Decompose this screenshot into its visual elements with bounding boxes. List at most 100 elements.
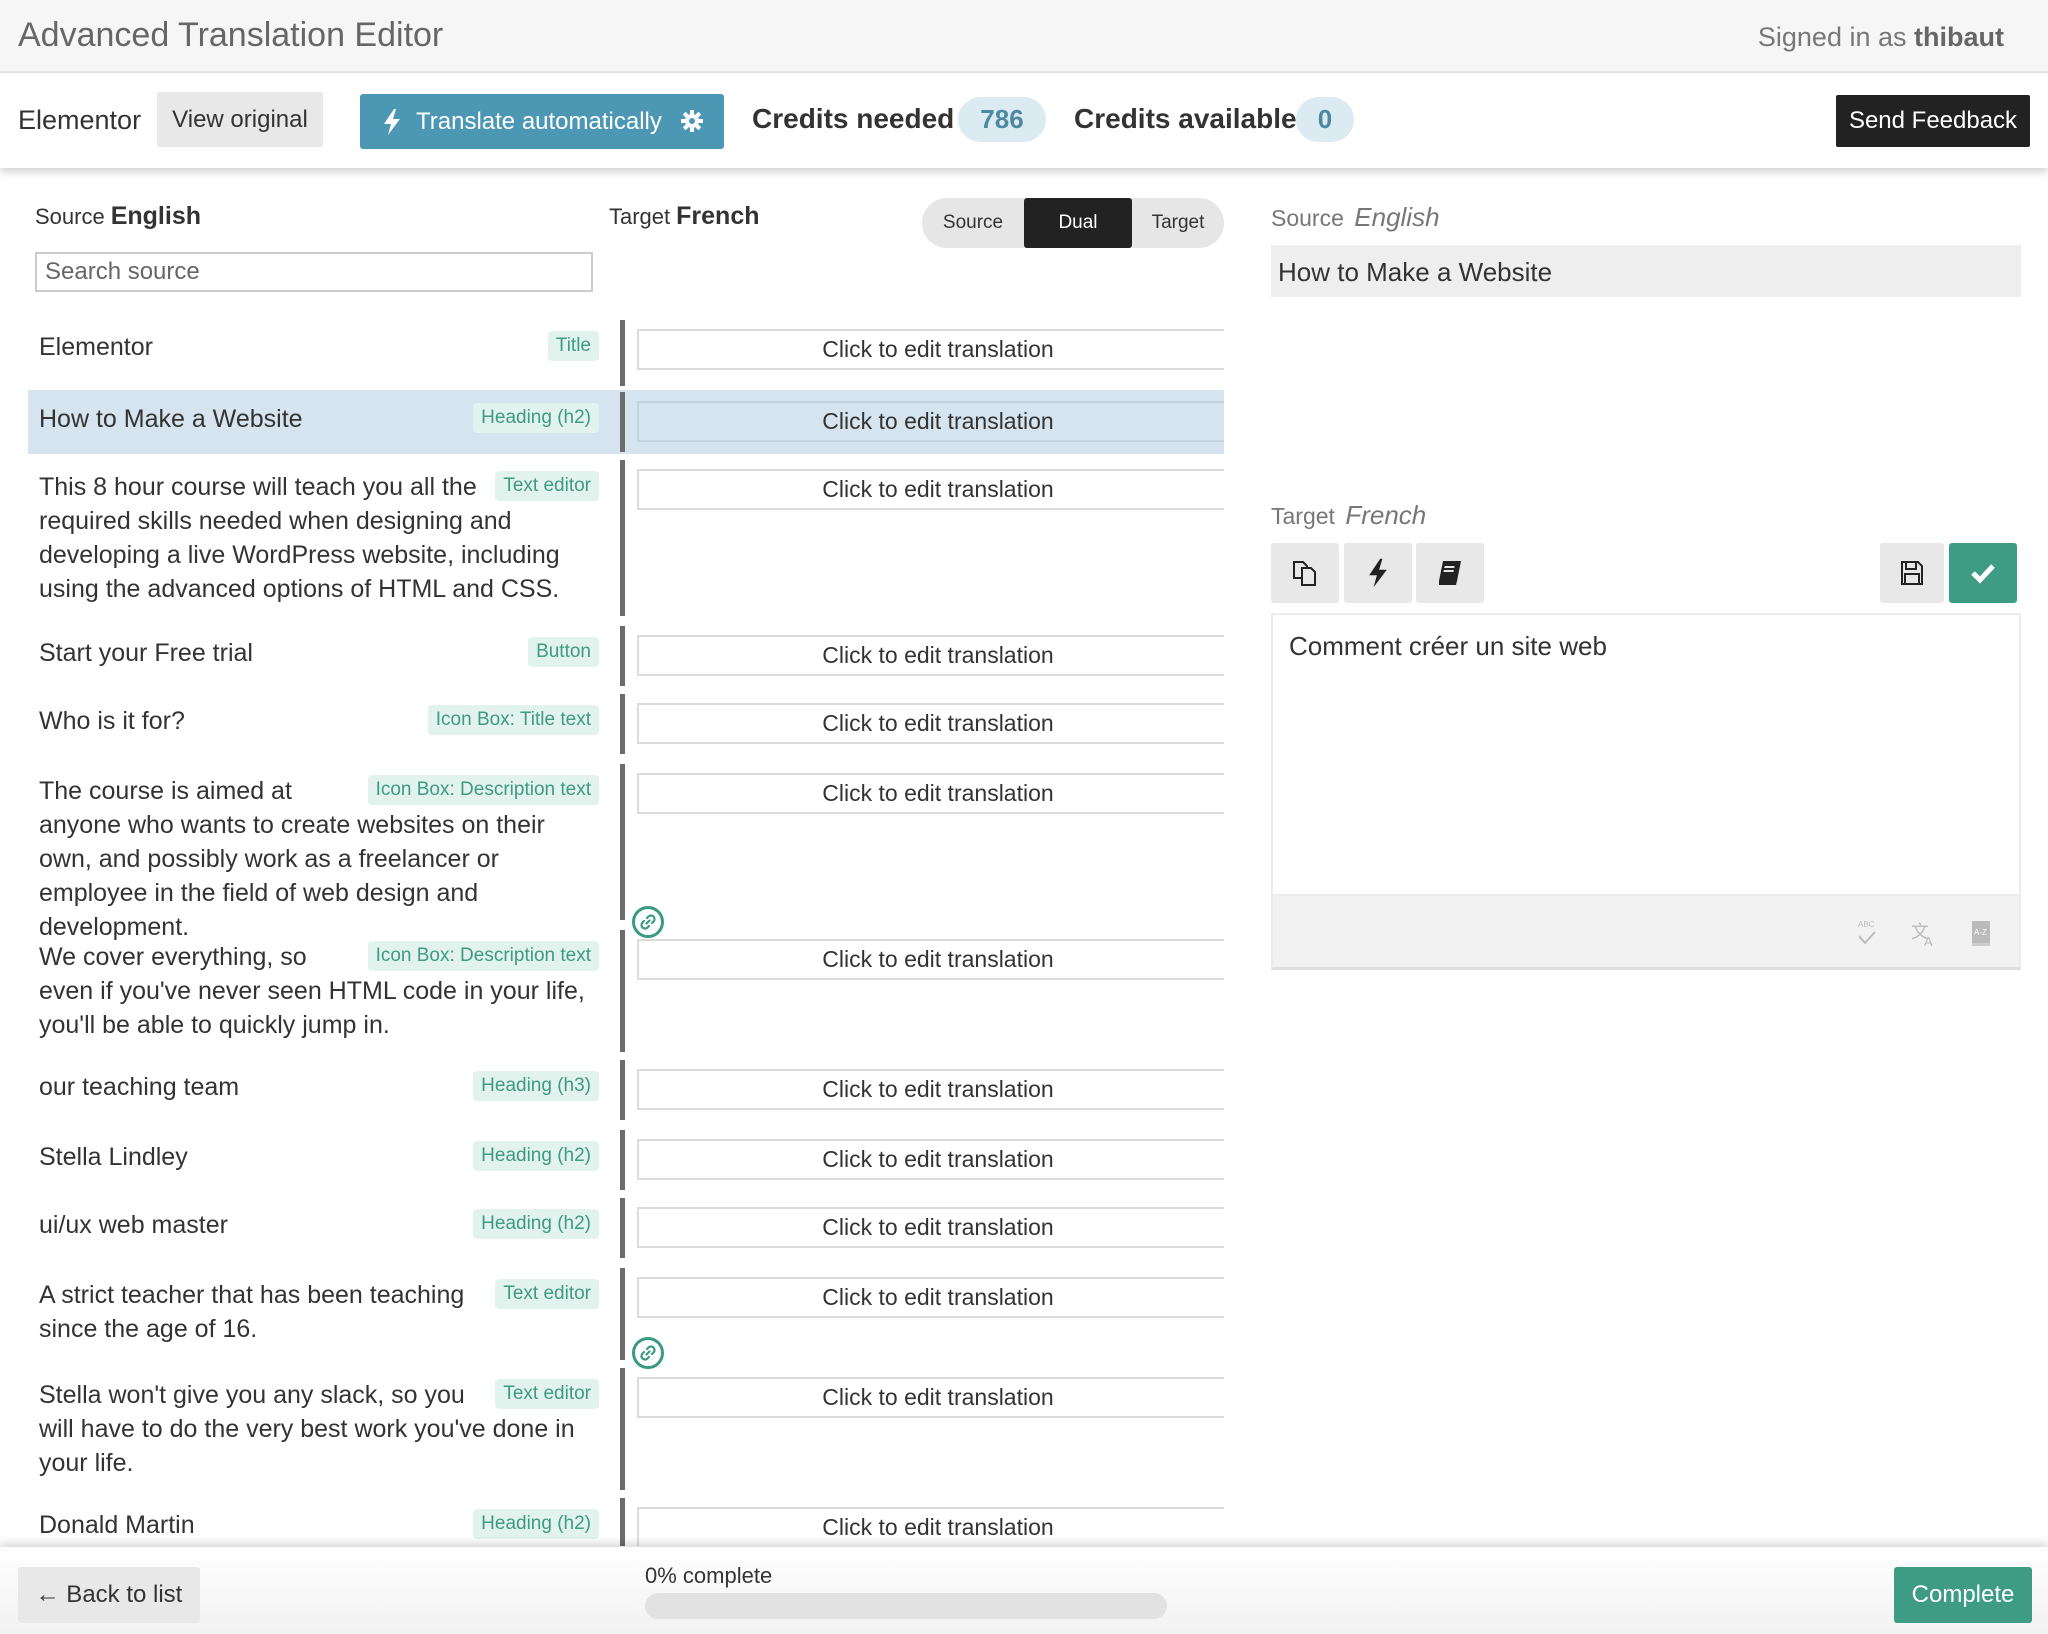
complete-button[interactable]: Complete: [1894, 1567, 2032, 1623]
segment-divider: [620, 1368, 625, 1490]
send-feedback-button[interactable]: Send Feedback: [1836, 95, 2030, 147]
edit-translation-field[interactable]: Click to edit translation: [637, 1069, 1224, 1110]
segment-source: Heading (h2) Stella Lindley: [39, 1140, 599, 1174]
segment-source: Icon Box: Description text The course is …: [39, 774, 599, 944]
document-name: Elementor: [18, 105, 142, 135]
segment-row[interactable]: Heading (h3) our teaching team Click to ed…: [28, 1058, 1224, 1122]
bolt-icon: [384, 108, 400, 135]
view-mode-target[interactable]: Target: [1132, 198, 1224, 248]
view-mode-source[interactable]: Source: [922, 198, 1024, 248]
segment-source-text: Donald Martin: [39, 1511, 195, 1539]
segment-type-badge: Text editor: [495, 1379, 599, 1409]
credits-available-label: Credits available: [1074, 103, 1297, 134]
segment-row[interactable]: Heading (h2) Stella Lindley Click to edit …: [28, 1128, 1224, 1192]
app-title: Advanced Translation Editor: [18, 16, 444, 54]
segment-source-text: A strict teacher that has been teaching …: [39, 1281, 465, 1343]
segment-source-text: our teaching team: [39, 1073, 240, 1101]
svg-text:A-Z: A-Z: [1974, 928, 1987, 937]
segment-row[interactable]: Text editor A strict teacher that has bee…: [28, 1266, 1224, 1362]
view-mode-dual[interactable]: Dual: [1024, 198, 1132, 248]
segment-source-text: How to Make a Website: [39, 405, 303, 433]
segment-row[interactable]: Icon Box: Title text Who is it for? Click …: [28, 692, 1224, 756]
source-language: English: [110, 202, 202, 230]
segment-row[interactable]: Title Elementor Click to edit translation: [28, 318, 1224, 388]
segment-row[interactable]: Heading (h2) Donald Martin Click to edit t…: [28, 1496, 1224, 1546]
save-button[interactable]: [1880, 543, 1944, 603]
view-original-button[interactable]: View original: [157, 92, 323, 147]
segment-type-badge: Text editor: [495, 1279, 599, 1309]
edit-translation-field[interactable]: Click to edit translation: [637, 1507, 1224, 1546]
svg-text:ABC: ABC: [1858, 920, 1875, 929]
footer-bar: ← Back to list 0% complete Complete: [0, 1547, 2048, 1634]
segment-source: Text editor This 8 hour course will teach…: [39, 470, 599, 606]
segment-source: Heading (h2) How to Make a Website: [39, 402, 599, 436]
segment-type-badge: Icon Box: Description text: [367, 941, 599, 971]
link-icon[interactable]: [632, 906, 664, 938]
segment-row[interactable]: Heading (h2) How to Make a Website Click t…: [28, 390, 1224, 454]
username: thibaut: [1914, 22, 2004, 52]
source-language-header: Source English: [35, 202, 201, 231]
machine-translate-icon: [1369, 558, 1387, 588]
target-language-header: Target French: [609, 202, 760, 231]
machine-translate-button[interactable]: [1344, 543, 1412, 603]
segment-source: Title Elementor: [39, 330, 599, 364]
edit-translation-field[interactable]: Click to edit translation: [637, 1377, 1224, 1418]
segment-row[interactable]: Text editor Stella won't give you any sla…: [28, 1366, 1224, 1492]
save-icon: [1901, 561, 1923, 585]
editor-footer: ABC 文 A A-Z: [1271, 896, 2021, 970]
segment-type-badge: Heading (h2): [473, 1509, 599, 1539]
link-icon[interactable]: [632, 1337, 664, 1369]
detail-source-text: How to Make a Website: [1271, 245, 2021, 297]
segment-source-text: Stella Lindley: [39, 1143, 188, 1171]
target-prefix: Target: [609, 204, 671, 229]
segment-row[interactable]: Icon Box: Description text We cover every…: [28, 928, 1224, 1054]
segment-row[interactable]: Text editor This 8 hour course will teach…: [28, 458, 1224, 618]
segment-row[interactable]: Button Start your Free trial Click to edit…: [28, 624, 1224, 688]
edit-translation-field[interactable]: Click to edit translation: [637, 773, 1224, 814]
spellcheck-icon[interactable]: ABC: [1853, 918, 1881, 948]
segment-source-text: ui/ux web master: [39, 1211, 228, 1239]
translate-automatically-button[interactable]: Translate automatically: [360, 94, 724, 149]
edit-translation-field[interactable]: Click to edit translation: [637, 939, 1224, 980]
back-to-list-button[interactable]: ← Back to list: [18, 1567, 200, 1623]
progress-bar: [645, 1593, 1167, 1619]
gear-icon[interactable]: [680, 109, 704, 133]
edit-translation-field[interactable]: Click to edit translation: [637, 329, 1224, 370]
edit-translation-field[interactable]: Click to edit translation: [637, 1139, 1224, 1180]
target-language: French: [676, 202, 760, 230]
credits-available-badge: 0: [1296, 97, 1354, 142]
signed-in-prefix: Signed in as: [1757, 22, 1907, 52]
segment-type-badge: Title: [547, 331, 599, 361]
detail-source-prefix: Source: [1271, 205, 1344, 231]
translate-icon[interactable]: 文 A: [1909, 918, 1937, 948]
edit-translation-field[interactable]: Click to edit translation: [637, 401, 1224, 442]
segment-source: Heading (h3) our teaching team: [39, 1070, 599, 1104]
svg-text:A: A: [1924, 934, 1933, 948]
edit-translation-field[interactable]: Click to edit translation: [637, 1277, 1224, 1318]
edit-translation-field[interactable]: Click to edit translation: [637, 1207, 1224, 1248]
glossary-button[interactable]: [1416, 543, 1484, 603]
confirm-translation-button[interactable]: [1949, 543, 2017, 603]
detail-target-prefix: Target: [1271, 503, 1335, 529]
edit-translation-field[interactable]: Click to edit translation: [637, 469, 1224, 510]
segment-type-badge: Text editor: [495, 471, 599, 501]
search-source-input[interactable]: [35, 252, 593, 292]
detail-target-header: Target French: [1271, 500, 1426, 531]
detail-source-header: Source English: [1271, 202, 1440, 233]
copy-source-button[interactable]: [1271, 543, 1339, 603]
segment-source: Heading (h2) ui/ux web master: [39, 1208, 599, 1242]
segment-source-text: Elementor: [39, 333, 153, 361]
source-prefix: Source: [35, 204, 105, 229]
segment-divider: [620, 320, 625, 386]
translation-editor[interactable]: Comment créer un site web: [1271, 613, 2021, 896]
edit-translation-field[interactable]: Click to edit translation: [637, 703, 1224, 744]
dictionary-icon[interactable]: A-Z: [1967, 918, 1995, 948]
segment-row[interactable]: Heading (h2) ui/ux web master Click to edi…: [28, 1196, 1224, 1260]
segment-row[interactable]: Icon Box: Description text The course is …: [28, 762, 1224, 941]
segment-source: Heading (h2) Donald Martin: [39, 1508, 599, 1542]
segment-list: Title Elementor Click to edit translation H…: [28, 318, 1224, 1546]
segment-source: Text editor A strict teacher that has bee…: [39, 1278, 599, 1346]
segment-divider: [620, 1130, 625, 1190]
edit-translation-field[interactable]: Click to edit translation: [637, 635, 1224, 676]
segment-source: Icon Box: Description text We cover every…: [39, 940, 599, 1042]
